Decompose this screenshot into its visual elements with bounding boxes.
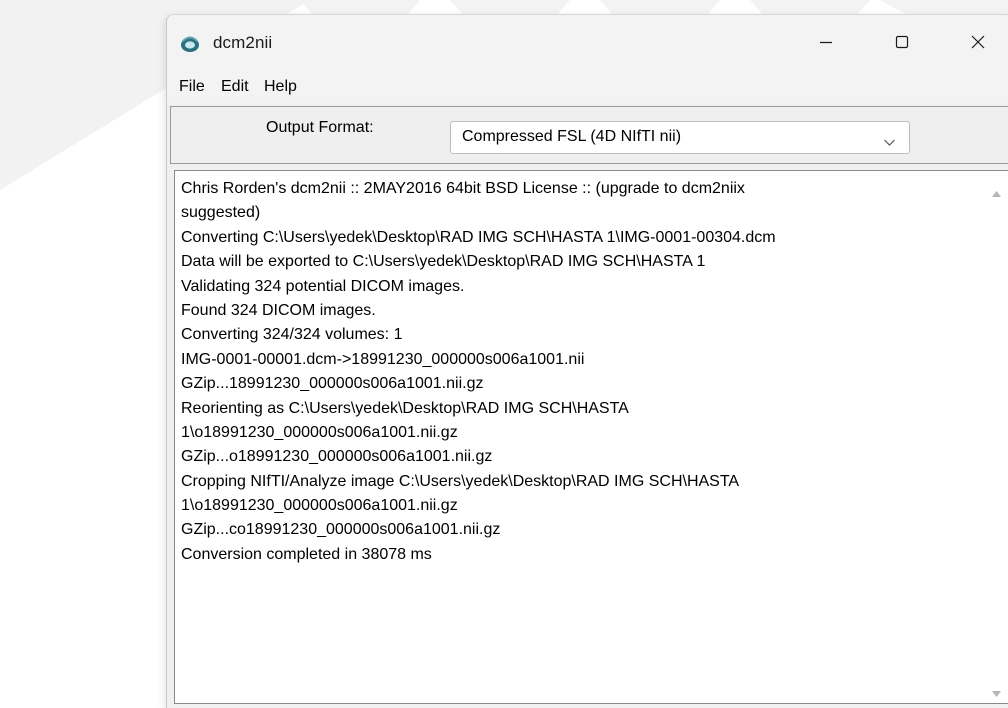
menu-help[interactable]: Help bbox=[264, 78, 297, 96]
log-line: 1\o18991230_000000s006a1001.nii.gz bbox=[181, 497, 458, 515]
minimize-button[interactable] bbox=[803, 15, 849, 73]
log-line: Chris Rorden's dcm2nii :: 2MAY2016 64bit… bbox=[181, 180, 745, 197]
log-lines: Chris Rorden's dcm2nii :: 2MAY2016 64bit… bbox=[181, 177, 971, 567]
close-button[interactable] bbox=[955, 15, 1001, 73]
close-icon bbox=[970, 34, 986, 55]
maximize-icon bbox=[894, 34, 910, 55]
log-line: Validating 324 potential DICOM images. bbox=[181, 277, 465, 295]
log-line: 1\o18991230_000000s006a1001.nii.gz bbox=[181, 423, 458, 441]
dcm2nii-window: dcm2nii File Edit Help Output Format: Co… bbox=[166, 14, 1008, 708]
menu-file[interactable]: File bbox=[179, 78, 205, 96]
log-line: Cropping NIfTI/Analyze image C:\Users\ye… bbox=[181, 472, 740, 490]
log-line: Data will be exported to C:\Users\yedek\… bbox=[181, 253, 706, 271]
output-format-label: Output Format: bbox=[266, 119, 374, 136]
output-format-select[interactable]: Compressed FSL (4D NIfTI nii) bbox=[450, 121, 910, 154]
scroll-down-arrow-icon[interactable] bbox=[991, 685, 1002, 697]
menu-bar: File Edit Help bbox=[167, 73, 1008, 103]
log-line: suggested) bbox=[181, 204, 261, 222]
window-bottom-edge bbox=[167, 704, 1008, 708]
log-line: GZip...co18991230_000000s006a1001.nii.gz bbox=[181, 521, 501, 539]
log-output[interactable]: Chris Rorden's dcm2nii :: 2MAY2016 64bit… bbox=[174, 170, 1008, 704]
window-title: dcm2nii bbox=[213, 33, 273, 52]
log-line: Found 324 DICOM images. bbox=[181, 301, 376, 319]
log-line: GZip...18991230_000000s006a1001.nii.gz bbox=[181, 375, 484, 393]
dcm2nii-app-icon bbox=[180, 35, 200, 53]
log-line: Converting 324/324 volumes: 1 bbox=[181, 326, 403, 344]
minimize-icon bbox=[818, 34, 834, 55]
log-line: Conversion completed in 38078 ms bbox=[181, 545, 432, 563]
chevron-down-icon bbox=[883, 134, 896, 146]
log-line: GZip...o18991230_000000s006a1001.nii.gz bbox=[181, 448, 493, 466]
scroll-up-arrow-icon[interactable] bbox=[991, 185, 1002, 197]
log-line: IMG-0001-00001.dcm->18991230_000000s006a… bbox=[181, 350, 585, 368]
output-format-selected-value: Compressed FSL (4D NIfTI nii) bbox=[462, 128, 682, 145]
log-line: Reorienting as C:\Users\yedek\Desktop\RA… bbox=[181, 399, 629, 417]
menu-edit[interactable]: Edit bbox=[221, 78, 249, 96]
log-line: Converting C:\Users\yedek\Desktop\RAD IM… bbox=[181, 228, 776, 246]
output-format-panel: Output Format: Compressed FSL (4D NIfTI … bbox=[170, 106, 1008, 164]
maximize-button[interactable] bbox=[879, 15, 925, 73]
title-bar[interactable]: dcm2nii bbox=[167, 15, 1008, 73]
